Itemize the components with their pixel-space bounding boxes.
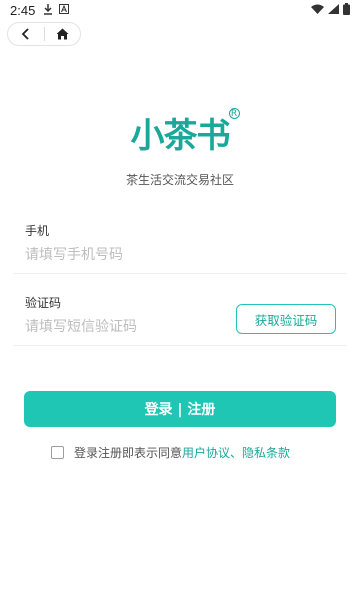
nav-capsule [7, 22, 81, 46]
user-agreement-link[interactable]: 用户协议 [182, 444, 230, 461]
signal-icon [328, 3, 339, 17]
login-screen: 2:45 小茶书 R 茶生活交流交易社区 手机 请填写手机号码 验证码 请填写短… [0, 0, 360, 600]
login-register-button[interactable]: 登录 | 注册 [24, 391, 336, 427]
registered-mark: R [228, 108, 240, 119]
back-arrow-icon [21, 25, 31, 44]
logo-area: 小茶书 R 茶生活交流交易社区 [0, 108, 360, 188]
home-button[interactable] [45, 23, 81, 45]
phone-label: 手机 [25, 224, 50, 238]
agreement-separator: 、 [230, 445, 243, 460]
app-logo: 小茶书 R [130, 108, 240, 157]
logo-text: 小茶书 [130, 116, 231, 156]
agreement: 登录注册即表示同意 用户协议 、 隐私条款 [51, 443, 290, 461]
home-icon [56, 25, 69, 44]
slogan: 茶生活交流交易社区 [125, 173, 234, 187]
agreement-checkbox[interactable] [51, 445, 64, 459]
battery-icon [343, 2, 350, 18]
wifi-icon [311, 3, 324, 17]
status-time: 2:45 [10, 2, 36, 18]
code-label: 验证码 [25, 296, 62, 310]
phone-input[interactable] [25, 244, 225, 266]
phone-field: 手机 [14, 222, 346, 274]
code-input[interactable] [25, 316, 225, 338]
download-icon [43, 3, 53, 18]
privacy-policy-link[interactable]: 隐私条款 [242, 444, 290, 461]
agreement-prefix: 登录注册即表示同意 [74, 445, 183, 460]
status-bar: 2:45 [0, 0, 360, 20]
code-field: 验证码 获取验证码 [14, 294, 346, 346]
a-icon [59, 3, 70, 17]
get-code-button[interactable]: 获取验证码 [236, 304, 336, 334]
back-button[interactable] [8, 23, 44, 45]
